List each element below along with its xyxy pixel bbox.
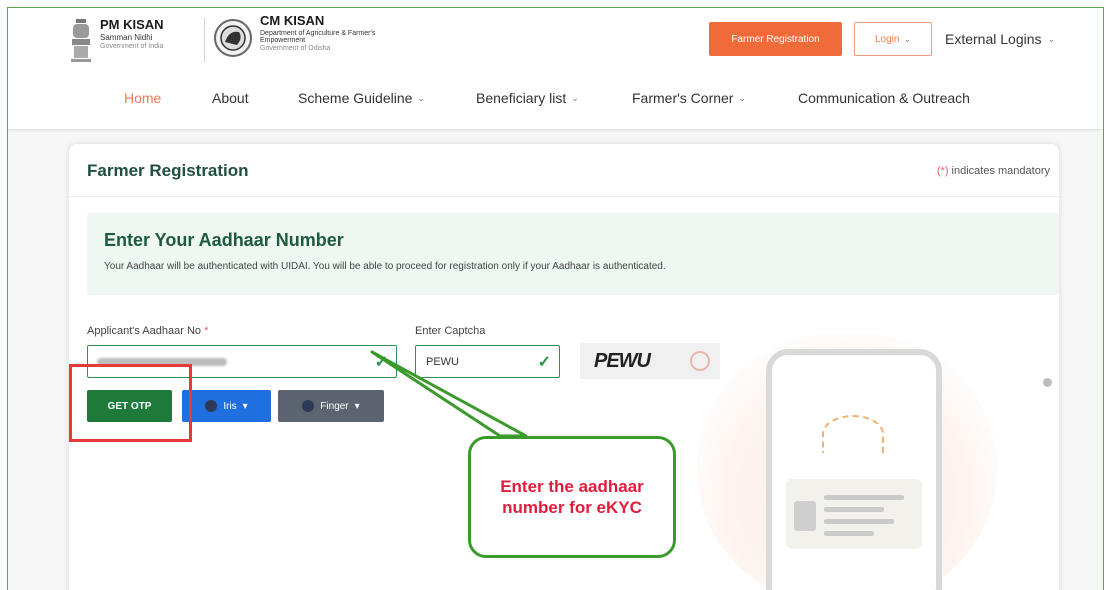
- pm-kisan-subtitle: Samman Nidhi: [100, 32, 153, 42]
- cm-kisan-brand[interactable]: CM KISAN Department of Agriculture & Far…: [260, 14, 400, 53]
- info-text: Your Aadhaar will be authenticated with …: [104, 261, 666, 272]
- text-line: [824, 507, 884, 512]
- aadhaar-label: Applicant's Aadhaar No *: [87, 325, 208, 337]
- iris-label: Iris: [223, 400, 237, 412]
- info-title: Enter Your Aadhaar Number: [104, 230, 344, 250]
- external-logins-label: External Logins: [945, 31, 1042, 47]
- finger-label: Finger: [320, 400, 349, 412]
- cm-kisan-title: CM KISAN: [260, 13, 325, 28]
- nav-item-label: Farmer's Corner: [632, 90, 734, 106]
- iris-button[interactable]: Iris ▾: [182, 390, 271, 422]
- mandatory-text: indicates mandatory: [951, 165, 1050, 177]
- login-label: Login: [874, 33, 900, 45]
- nav-item-home[interactable]: Home: [124, 90, 161, 106]
- nav-item-farmers-corner[interactable]: Farmer's Corner ⌄: [632, 90, 746, 106]
- text-line: [824, 495, 904, 500]
- checkmark-icon: ✓: [537, 354, 551, 371]
- nav-item-label: About: [212, 90, 249, 106]
- external-logins-dropdown[interactable]: External Logins ⌄: [945, 31, 1055, 47]
- cm-kisan-department: Department of Agriculture & Farmer's Emp…: [260, 29, 376, 44]
- chevron-down-icon: ⌄: [417, 92, 425, 103]
- text-line: [824, 519, 894, 524]
- callout-text: Enter the aadhaar number for eKYC: [500, 476, 644, 517]
- captcha-label: Enter Captcha: [415, 325, 486, 337]
- photo-placeholder: [794, 501, 816, 531]
- chevron-down-icon: ⌄: [571, 92, 579, 103]
- farmer-registration-button[interactable]: Farmer Registration: [709, 22, 842, 56]
- chevron-down-icon: ⌄: [1047, 33, 1056, 44]
- highlight-box: [69, 364, 192, 442]
- nav-item-communication-outreach[interactable]: Communication & Outreach: [798, 90, 970, 106]
- nav-item-scheme-guideline[interactable]: Scheme Guideline ⌄: [298, 90, 425, 106]
- aadhaar-info-box: Enter Your Aadhaar Number Your Aadhaar w…: [87, 213, 1059, 295]
- nav-item-about[interactable]: About: [212, 90, 249, 106]
- nav-item-beneficiary-list[interactable]: Beneficiary list ⌄: [476, 90, 579, 106]
- chevron-down-icon: ⌄: [903, 33, 911, 44]
- cm-kisan-gov: Government of Odisha: [260, 45, 331, 53]
- fingerprint-icon: [302, 400, 315, 412]
- refresh-icon[interactable]: [690, 351, 710, 371]
- captcha-image-text: PEWU: [594, 349, 651, 372]
- required-star: *: [204, 325, 209, 337]
- captcha-image: PEWU: [580, 343, 720, 379]
- captcha-input[interactable]: PEWU ✓: [415, 345, 560, 378]
- main-nav: Home About Scheme Guideline ⌄ Beneficiar…: [8, 90, 1103, 114]
- nav-item-label: Beneficiary list: [476, 90, 567, 106]
- phone-illustration: [766, 349, 942, 590]
- mandatory-star: (*): [936, 165, 949, 177]
- eye-icon: [205, 400, 218, 412]
- pm-kisan-title: PM KISAN: [100, 17, 164, 32]
- nav-item-label: Scheme Guideline: [298, 90, 413, 106]
- checkmark-icon: ✓: [374, 354, 388, 371]
- site-header: PM KISAN Samman Nidhi Government of Indi…: [8, 8, 1103, 130]
- nav-item-label: Communication & Outreach: [798, 90, 970, 106]
- caret-down-icon: ▾: [242, 400, 248, 412]
- brand-divider: [204, 18, 205, 62]
- login-dropdown-button[interactable]: Login ⌄: [854, 22, 932, 56]
- finger-button[interactable]: Finger ▾: [278, 390, 384, 422]
- mandatory-note: (*) indicates mandatory: [937, 165, 1050, 177]
- pm-kisan-brand[interactable]: PM KISAN Samman Nidhi Government of Indi…: [100, 18, 164, 50]
- aadhaar-logo-icon: [822, 415, 884, 453]
- text-line: [824, 531, 874, 536]
- annotation-callout: Enter the aadhaar number for eKYC: [468, 436, 676, 558]
- captcha-input-value: PEWU: [426, 356, 459, 368]
- nav-item-label: Home: [124, 90, 162, 106]
- odisha-seal-icon: [214, 19, 252, 57]
- caret-down-icon: ▾: [354, 400, 360, 412]
- pm-kisan-gov: Government of India: [100, 43, 164, 51]
- divider: [69, 196, 1059, 197]
- chevron-down-icon: ⌄: [738, 92, 747, 103]
- page-title: Farmer Registration: [87, 161, 249, 180]
- scroll-indicator: [1043, 378, 1052, 387]
- aadhaar-label-text: Applicant's Aadhaar No: [87, 325, 202, 337]
- national-emblem-icon: [71, 19, 91, 62]
- id-card-illustration: [786, 479, 922, 549]
